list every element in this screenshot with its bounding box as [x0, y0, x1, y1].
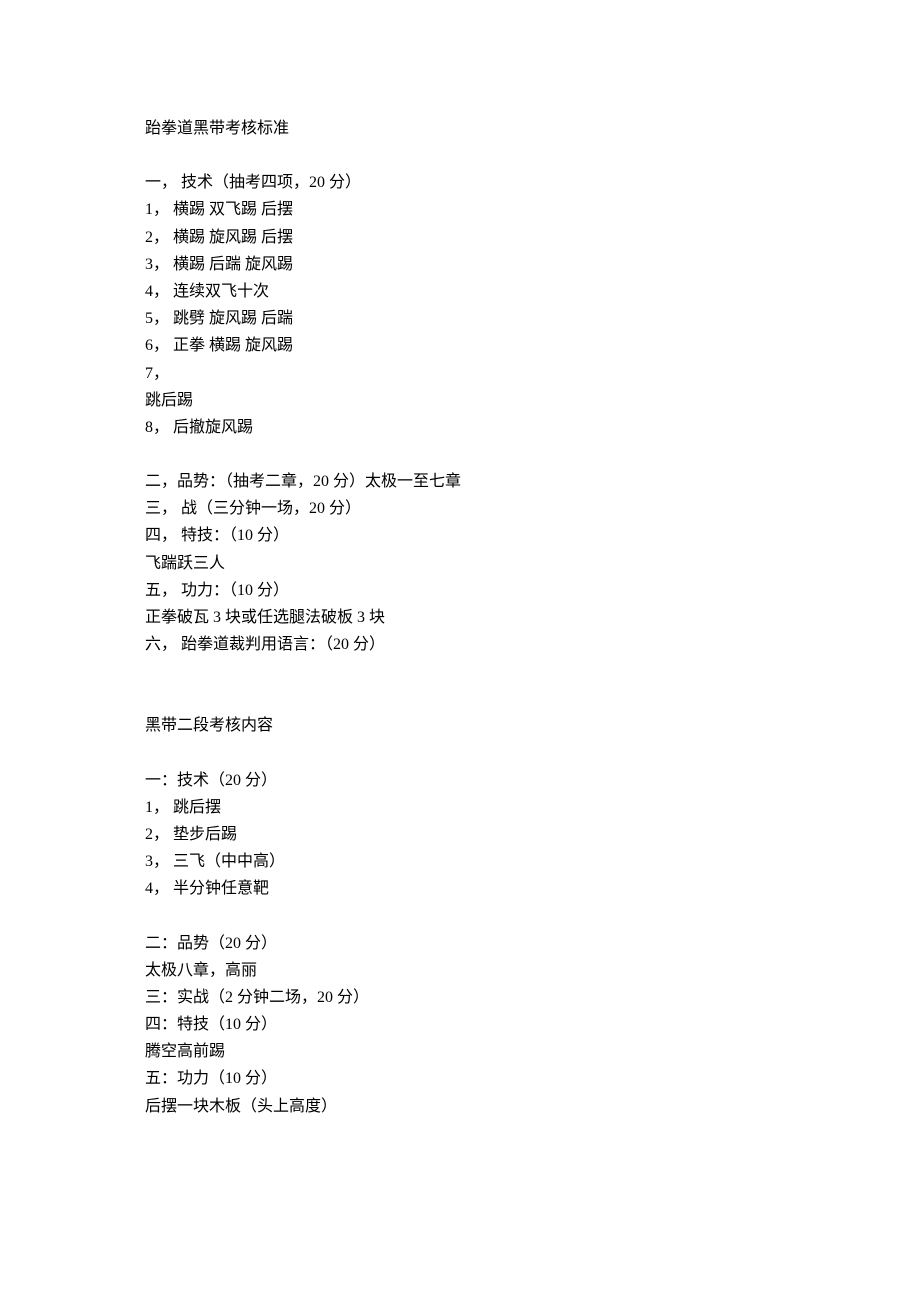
- p2-section-5-header: 五：功力（10 分）: [145, 1065, 775, 1092]
- section-1-header: 一， 技术（抽考四项，20 分）: [145, 169, 775, 196]
- section-1-item-5: 5， 跳劈 旋风踢 后踹: [145, 305, 775, 332]
- section-2: 二，品势：（抽考二章，20 分）太极一至七章: [145, 468, 775, 495]
- section-5-header: 五， 功力：（10 分）: [145, 577, 775, 604]
- section-1-item-1: 1， 横踢 双飞踢 后摆: [145, 196, 775, 223]
- section-6: 六， 跆拳道裁判用语言：（20 分）: [145, 631, 775, 658]
- p2-section-1-item-1: 1， 跳后摆: [145, 794, 775, 821]
- section-1-item-6: 6， 正拳 横踢 旋风踢: [145, 332, 775, 359]
- p2-section-2-header: 二：品势（20 分）: [145, 930, 775, 957]
- section-5-content: 正拳破瓦 3 块或任选腿法破板 3 块: [145, 604, 775, 631]
- p2-section-1-item-2: 2， 垫步后踢: [145, 821, 775, 848]
- section-1-item-7: 7，: [145, 360, 775, 387]
- section-1-item-4: 4， 连续双飞十次: [145, 278, 775, 305]
- p2-section-3: 三：实战（2 分钟二场，20 分）: [145, 984, 775, 1011]
- p2-section-1-item-3: 3， 三飞（中中高）: [145, 848, 775, 875]
- part-2-title: 黑带二段考核内容: [145, 712, 775, 739]
- p2-section-5-content: 后摆一块木板（头上高度）: [145, 1093, 775, 1120]
- section-1-item-2: 2， 横踢 旋风踢 后摆: [145, 224, 775, 251]
- p2-section-1-item-4: 4， 半分钟任意靶: [145, 875, 775, 902]
- section-1-item-8: 8， 后撤旋风踢: [145, 414, 775, 441]
- section-1: 一， 技术（抽考四项，20 分） 1， 横踢 双飞踢 后摆 2， 横踢 旋风踢 …: [145, 169, 775, 441]
- section-4-content: 飞踹跃三人: [145, 550, 775, 577]
- p2-section-2: 二：品势（20 分） 太极八章，高丽: [145, 930, 775, 984]
- p2-section-1-header: 一：技术（20 分）: [145, 767, 775, 794]
- section-4-header: 四， 特技：（10 分）: [145, 522, 775, 549]
- p2-section-4-content: 腾空高前踢: [145, 1038, 775, 1065]
- p2-section-1: 一：技术（20 分） 1， 跳后摆 2， 垫步后踢 3， 三飞（中中高） 4， …: [145, 767, 775, 903]
- section-5: 五， 功力：（10 分） 正拳破瓦 3 块或任选腿法破板 3 块: [145, 577, 775, 631]
- p2-section-4-header: 四：特技（10 分）: [145, 1011, 775, 1038]
- p2-section-4: 四：特技（10 分） 腾空高前踢: [145, 1011, 775, 1065]
- section-4: 四， 特技：（10 分） 飞踹跃三人: [145, 522, 775, 576]
- document-title: 跆拳道黑带考核标准: [145, 115, 775, 142]
- section-3: 三， 战（三分钟一场，20 分）: [145, 495, 775, 522]
- p2-section-2-content: 太极八章，高丽: [145, 957, 775, 984]
- p2-section-5: 五：功力（10 分） 后摆一块木板（头上高度）: [145, 1065, 775, 1119]
- section-1-item-7b: 跳后踢: [145, 387, 775, 414]
- section-1-item-3: 3， 横踢 后踹 旋风踢: [145, 251, 775, 278]
